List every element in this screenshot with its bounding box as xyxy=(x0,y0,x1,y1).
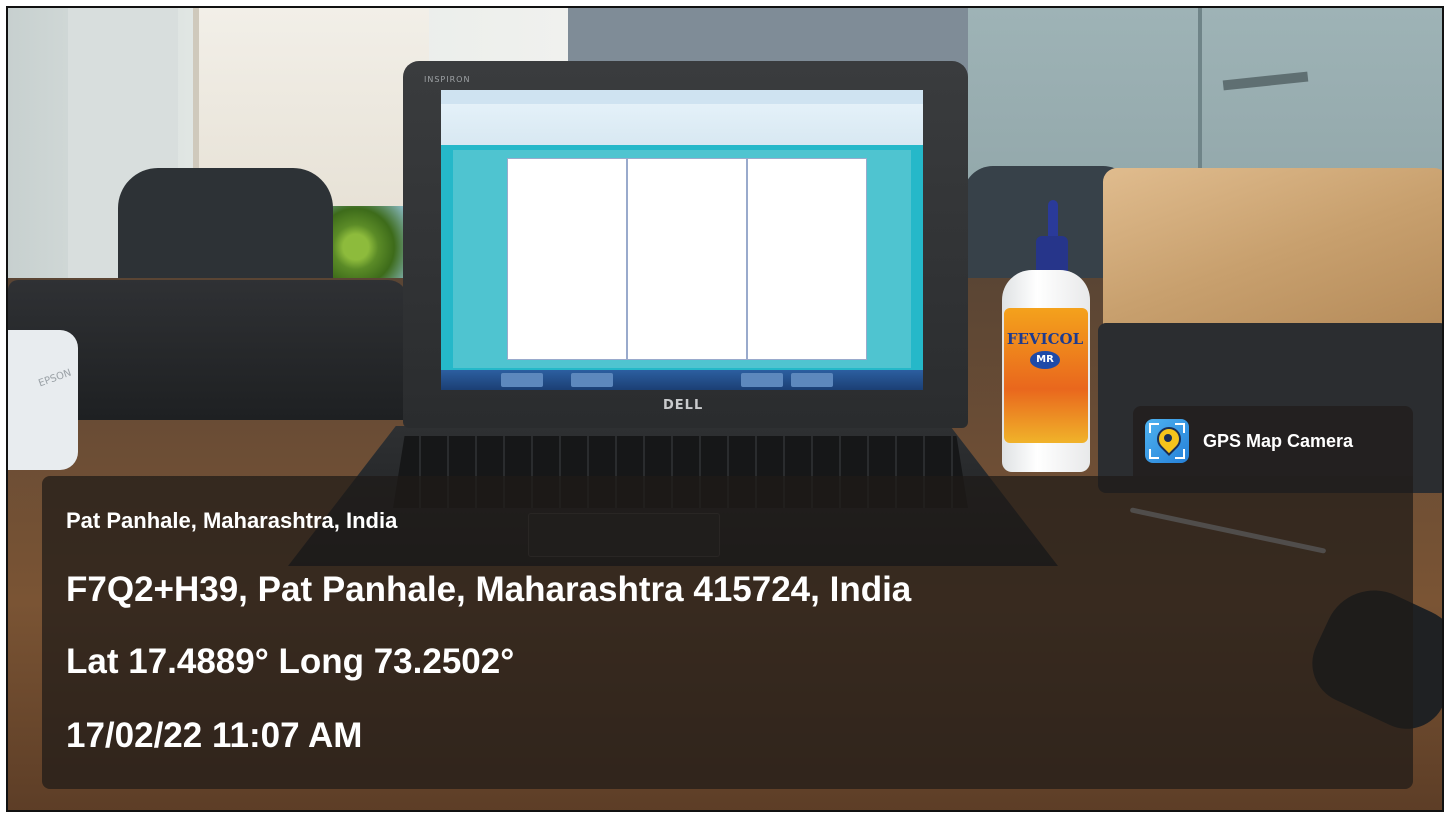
task-button xyxy=(741,373,783,387)
date-time: 17/02/22 11:07 AM xyxy=(66,716,363,755)
doc-page xyxy=(627,158,747,360)
parcel xyxy=(1103,168,1442,338)
app-name: GPS Map Camera xyxy=(1203,430,1354,451)
task-button xyxy=(791,373,833,387)
doc-page xyxy=(507,158,627,360)
dell-logo: DELL xyxy=(663,398,704,413)
bottle-tip xyxy=(1048,200,1058,240)
task-button xyxy=(501,373,543,387)
photo-frame: EPSON FEVICOL MR INSPIRON DELL GPS Map C… xyxy=(6,6,1444,812)
full-address: F7Q2+H39, Pat Panhale, Maharashtra 41572… xyxy=(66,570,912,609)
bottle-label xyxy=(1004,308,1088,443)
laptop-brand-top: INSPIRON xyxy=(424,75,471,84)
task-button xyxy=(571,373,613,387)
location-info-panel: Pat Panhale, Maharashtra, India F7Q2+H39… xyxy=(42,476,1413,789)
gps-map-camera-icon xyxy=(1145,419,1189,463)
epson-device xyxy=(8,330,78,470)
bottle-badge: MR xyxy=(1030,351,1060,369)
doc-page xyxy=(747,158,867,360)
bottle-brand: FEVICOL xyxy=(1006,330,1084,348)
place-name: Pat Panhale, Maharashtra, India xyxy=(66,508,398,533)
poster xyxy=(323,206,405,288)
laptop-screen xyxy=(441,90,923,390)
gps-map-camera-badge: GPS Map Camera xyxy=(1133,406,1413,476)
coordinates: Lat 17.4889° Long 73.2502° xyxy=(66,642,515,681)
ribbon-tabs xyxy=(441,90,923,104)
